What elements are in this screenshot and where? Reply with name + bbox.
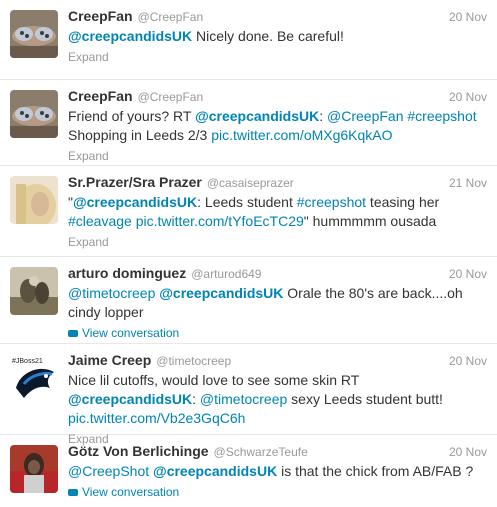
avatar[interactable] bbox=[10, 267, 58, 315]
tweet-timestamp[interactable]: 20 Nov bbox=[449, 445, 487, 459]
tweet-author-handle[interactable]: @casaiseprazer bbox=[207, 176, 294, 190]
tweet-text-segment: Nicely done. Be careful! bbox=[192, 28, 344, 44]
tweet-link[interactable]: pic.twitter.com/oMXg6KqkAO bbox=[211, 127, 392, 143]
avatar-image bbox=[10, 176, 58, 224]
tweet[interactable]: #JBoss21 Jaime Creep @timetocreep 20 Nov… bbox=[0, 344, 497, 446]
tweet-text: Nice lil cutoffs, would love to see some… bbox=[68, 371, 487, 428]
avatar-image bbox=[10, 445, 58, 493]
mention-link[interactable]: @creepcandidsUK bbox=[153, 463, 277, 479]
tweet-text-segment: : bbox=[192, 391, 200, 407]
tweet-timestamp[interactable]: 21 Nov bbox=[449, 176, 487, 190]
avatar-image: #JBoss21 bbox=[10, 354, 58, 402]
tweet[interactable]: arturo dominguez @arturod649 20 Nov @tim… bbox=[0, 257, 497, 344]
tweet-author-handle[interactable]: @CreepFan bbox=[138, 10, 204, 24]
tweet-author-name[interactable]: Jaime Creep bbox=[68, 352, 151, 368]
tweet-text: "@creepcandidsUK: Leeds student #creepsh… bbox=[68, 193, 487, 231]
tweet-author-name[interactable]: Götz Von Berlichinge bbox=[68, 443, 209, 459]
conversation-icon bbox=[68, 329, 78, 337]
tweet-link[interactable]: #creepshot bbox=[407, 108, 476, 124]
tweet-link[interactable]: pic.twitter.com/Vb2e3GqC6h bbox=[68, 410, 245, 426]
tweet[interactable]: CreepFan @CreepFan 20 Nov Friend of your… bbox=[0, 80, 497, 166]
mention-link[interactable]: @creepcandidsUK bbox=[195, 108, 319, 124]
view-conversation-link[interactable]: View conversation bbox=[68, 485, 487, 499]
tweet-text-segment: Friend of yours? RT bbox=[68, 108, 196, 124]
tweet-text-segment: teasing her bbox=[366, 194, 440, 210]
tweet-timestamp[interactable]: 20 Nov bbox=[449, 354, 487, 368]
tweet-text: Friend of yours? RT @creepcandidsUK: @Cr… bbox=[68, 107, 487, 145]
avatar[interactable] bbox=[10, 445, 58, 493]
tweet-author-handle[interactable]: @timetocreep bbox=[156, 354, 231, 368]
expand-link[interactable]: Expand bbox=[68, 235, 487, 249]
expand-link[interactable]: Expand bbox=[68, 50, 487, 64]
tweet-text: @creepcandidsUK Nicely done. Be careful! bbox=[68, 27, 487, 46]
tweet-text-segment: Nice lil cutoffs, would love to see some… bbox=[68, 372, 360, 388]
avatar[interactable] bbox=[10, 90, 58, 138]
tweet[interactable]: Götz Von Berlichinge @SchwarzeTeufe 20 N… bbox=[0, 435, 497, 507]
avatar-image bbox=[10, 90, 58, 138]
tweet-link[interactable]: pic.twitter.com/tYfoEcTC29 bbox=[136, 213, 304, 229]
mention-link[interactable]: @creepcandidsUK bbox=[159, 285, 283, 301]
tweet-link[interactable]: @CreepShot bbox=[68, 463, 149, 479]
tweet[interactable]: Sr.Prazer/Sra Prazer @casaiseprazer 21 N… bbox=[0, 166, 497, 257]
tweet-text-segment: : Leeds student bbox=[197, 194, 297, 210]
mention-link[interactable]: @creepcandidsUK bbox=[68, 28, 192, 44]
tweet-link[interactable]: @timetocreep bbox=[68, 285, 155, 301]
tweet-timestamp[interactable]: 20 Nov bbox=[449, 90, 487, 104]
tweet-author-name[interactable]: arturo dominguez bbox=[68, 265, 186, 281]
tweet-author-handle[interactable]: @SchwarzeTeufe bbox=[214, 445, 308, 459]
tweet-text-segment: Shopping in Leeds 2/3 bbox=[68, 127, 212, 143]
tweet-link[interactable]: #creepshot bbox=[297, 194, 366, 210]
avatar-caption: #JBoss21 bbox=[12, 358, 43, 365]
tweet-author-name[interactable]: CreepFan bbox=[68, 8, 133, 24]
tweet-author-name[interactable]: Sr.Prazer/Sra Prazer bbox=[68, 174, 202, 190]
avatar[interactable]: #JBoss21 bbox=[10, 354, 58, 402]
tweet[interactable]: CreepFan @CreepFan 20 Nov @creepcandidsU… bbox=[0, 0, 497, 80]
tweet-text-segment: " hummmmm ousada bbox=[303, 213, 437, 229]
tweet-author-handle[interactable]: @CreepFan bbox=[138, 90, 204, 104]
tweet-text-segment: sexy Leeds student butt! bbox=[287, 391, 443, 407]
view-conversation-label[interactable]: View conversation bbox=[82, 485, 179, 499]
view-conversation-link[interactable]: View conversation bbox=[68, 326, 487, 340]
view-conversation-label[interactable]: View conversation bbox=[82, 326, 179, 340]
tweet-link[interactable]: @CreepFan bbox=[327, 108, 403, 124]
mention-link[interactable]: @creepcandidsUK bbox=[68, 391, 192, 407]
tweet-author-name[interactable]: CreepFan bbox=[68, 88, 133, 104]
tweet-timestamp[interactable]: 20 Nov bbox=[449, 10, 487, 24]
tweet-author-handle[interactable]: @arturod649 bbox=[191, 267, 261, 281]
avatar[interactable] bbox=[10, 10, 58, 58]
avatar-image bbox=[10, 10, 58, 58]
mention-link[interactable]: @creepcandidsUK bbox=[73, 194, 197, 210]
tweet-text: @timetocreep @creepcandidsUK Orale the 8… bbox=[68, 284, 487, 322]
tweet-text-segment: is that the chick from AB/FAB ? bbox=[277, 463, 474, 479]
tweet-text-segment: : bbox=[319, 108, 328, 124]
avatar[interactable] bbox=[10, 176, 58, 224]
tweet-timestamp[interactable]: 20 Nov bbox=[449, 267, 487, 281]
tweet-link[interactable]: #cleavage bbox=[68, 213, 132, 229]
tweet-link[interactable]: @timetocreep bbox=[200, 391, 287, 407]
conversation-icon bbox=[68, 488, 78, 496]
tweet-text: @CreepShot @creepcandidsUK is that the c… bbox=[68, 462, 487, 481]
avatar-image bbox=[10, 267, 58, 315]
expand-link[interactable]: Expand bbox=[68, 149, 487, 163]
tweet-timeline: CreepFan @CreepFan 20 Nov @creepcandidsU… bbox=[0, 0, 497, 507]
